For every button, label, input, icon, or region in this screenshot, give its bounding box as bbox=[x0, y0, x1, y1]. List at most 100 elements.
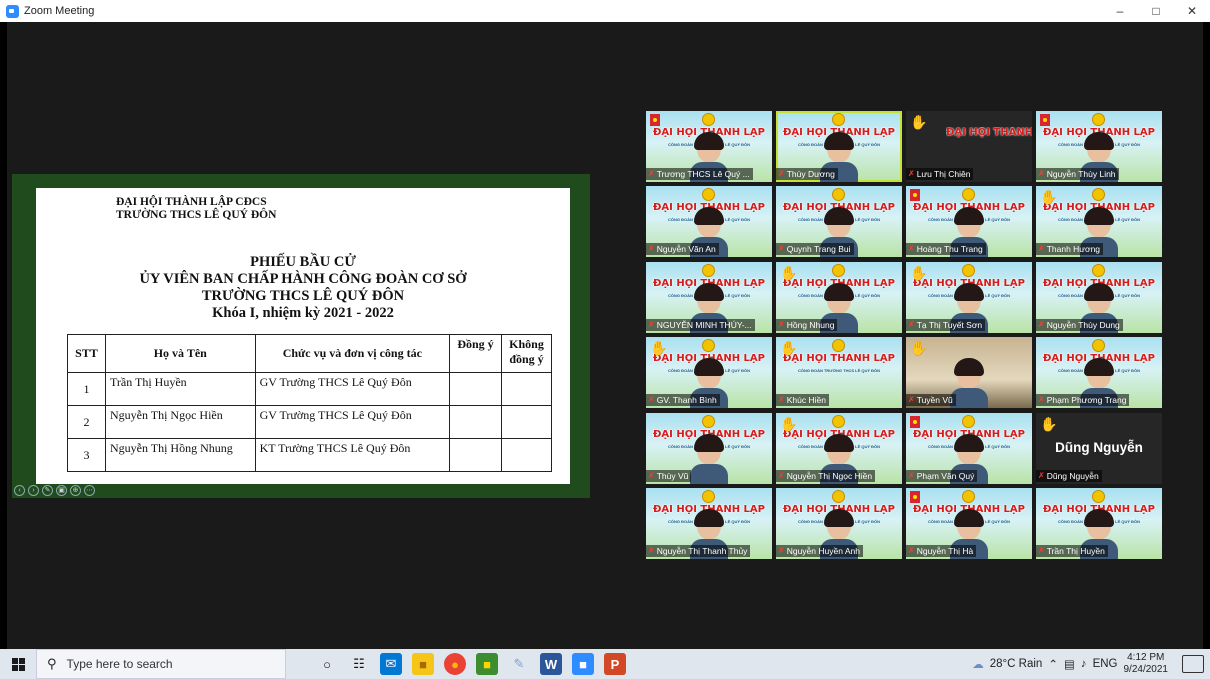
taskbar-search[interactable]: ⚲ Type here to search bbox=[36, 649, 286, 679]
union-emblem-icon bbox=[702, 339, 715, 353]
network-icon[interactable]: ▤ bbox=[1064, 657, 1075, 671]
clock[interactable]: 4:12 PM 9/24/2021 bbox=[1124, 652, 1169, 676]
muted-mic-icon: ✗ bbox=[1038, 244, 1045, 254]
zoom-icon[interactable]: ⊕ bbox=[70, 485, 81, 496]
raised-hand-icon: ✋ bbox=[910, 264, 928, 281]
participant-tile[interactable]: ✋ ✗ Tuyền Vũ bbox=[906, 337, 1032, 409]
taskbar-apps: ○ ☷ ✉ ■ ● ■ ✎ W ■ P bbox=[316, 653, 626, 675]
minimize-button[interactable]: – bbox=[1102, 0, 1138, 22]
cortana-icon[interactable]: ○ bbox=[316, 653, 338, 675]
participant-tile[interactable]: ĐẠI HỘI THÀNH LẬPCÔNG ĐOÀN TRƯỜNG THCS L… bbox=[1036, 186, 1162, 258]
vietnam-flag-icon bbox=[910, 189, 920, 202]
participant-name: Hoàng Thu Trang bbox=[916, 244, 983, 255]
next-icon[interactable]: › bbox=[28, 485, 39, 496]
vietnam-flag-icon bbox=[910, 491, 920, 503]
participant-tile[interactable]: ĐẠI HỘI THÀNH LẬP ✋ ✗Lưu Thị Chiên bbox=[906, 111, 1032, 182]
table-cell: Nguyễn Thị Ngọc Hiền bbox=[104, 405, 256, 439]
participant-tile[interactable]: ĐẠI HỘI THÀNH LẬPCÔNG ĐOÀN TRƯỜNG THCS L… bbox=[906, 412, 1032, 484]
zoom-app-icon[interactable]: ■ bbox=[572, 653, 594, 675]
close-button[interactable]: ✕ bbox=[1174, 0, 1210, 22]
participant-tile[interactable]: ĐẠI HỘI THÀNH LẬPCÔNG ĐOÀN TRƯỜNG THCS L… bbox=[906, 488, 1032, 559]
participant-name: Nguyễn Thị Hà bbox=[916, 546, 974, 556]
participant-name-tag: ✗ Thanh Hương bbox=[1036, 243, 1104, 256]
muted-mic-icon: ✗ bbox=[1038, 470, 1045, 480]
prev-icon[interactable]: ‹ bbox=[14, 485, 25, 496]
participant-tile[interactable]: ĐẠI HỘI THÀNH LẬPCÔNG ĐOÀN TRƯỜNG THCS L… bbox=[1036, 261, 1162, 333]
participant-tile[interactable]: ĐẠI HỘI THÀNH LẬPCÔNG ĐOÀN TRƯỜNG THCS L… bbox=[1036, 488, 1162, 559]
powerpoint-icon[interactable]: P bbox=[604, 653, 626, 675]
participant-tile[interactable]: ĐẠI HỘI THÀNH LẬPCÔNG ĐOÀN TRƯỜNG THCS L… bbox=[776, 488, 902, 559]
raised-hand-icon: ✋ bbox=[780, 264, 798, 281]
windows-icon bbox=[11, 657, 25, 671]
muted-mic-icon: ✗ bbox=[908, 319, 915, 329]
participant-tile[interactable]: ĐẠI HỘI THÀNH LẬPCÔNG ĐOÀN TRƯỜNG THCS L… bbox=[776, 111, 902, 182]
table-cell bbox=[500, 405, 553, 439]
participant-tile[interactable]: ĐẠI HỘI THÀNH LẬPCÔNG ĐOÀN TRƯỜNG THCS L… bbox=[1036, 337, 1162, 409]
muted-mic-icon: ✗ bbox=[648, 169, 655, 178]
participant-name-tag: ✗ Phạm Phương Trang bbox=[1036, 394, 1130, 407]
word-icon[interactable]: W bbox=[540, 653, 562, 675]
participant-tile[interactable]: ĐẠI HỘI THÀNH LẬPCÔNG ĐOÀN TRƯỜNG THCS L… bbox=[906, 261, 1032, 333]
muted-mic-icon: ✗ bbox=[778, 319, 785, 329]
participant-name-tag: ✗ Trần Thị Huyền bbox=[1036, 545, 1108, 557]
participant-tile[interactable]: ĐẠI HỘI THÀNH LẬPCÔNG ĐOÀN TRƯỜNG THCS L… bbox=[646, 186, 772, 258]
participant-tile[interactable]: ✋ Dũng Nguyễn ✗ Dũng Nguyễn bbox=[1036, 412, 1162, 484]
union-emblem-icon bbox=[1092, 113, 1105, 126]
muted-mic-icon: ✗ bbox=[908, 470, 915, 480]
participant-tile[interactable]: ĐẠI HỘI THÀNH LẬPCÔNG ĐOÀN TRƯỜNG THCS L… bbox=[646, 261, 772, 333]
muted-mic-icon: ✗ bbox=[778, 470, 785, 480]
table-row: 1 Trần Thị Huyền GV Trường THCS Lê Quý Đ… bbox=[67, 372, 553, 406]
participant-tile[interactable]: ĐẠI HỘI THÀNH LẬPCÔNG ĐOÀN TRƯỜNG THCS L… bbox=[646, 412, 772, 484]
task-view-icon[interactable]: ☷ bbox=[348, 653, 370, 675]
file-explorer-icon[interactable]: ■ bbox=[412, 653, 434, 675]
clock-time: 4:12 PM bbox=[1127, 652, 1165, 663]
union-emblem-icon bbox=[832, 339, 845, 353]
pen-icon[interactable]: ✎ bbox=[42, 485, 53, 496]
union-emblem-icon bbox=[962, 414, 975, 428]
column-header: Đồng ý bbox=[449, 334, 502, 373]
language-indicator[interactable]: ENG bbox=[1093, 658, 1118, 670]
participant-tile[interactable]: ĐẠI HỘI THÀNH LẬPCÔNG ĐOÀN TRƯỜNG THCS L… bbox=[776, 337, 902, 409]
system-tray: ☁ 28°C Rain ⌃ ▤ ♪ ENG 4:12 PM 9/24/2021 bbox=[972, 649, 1210, 679]
more-icon[interactable]: ⋯ bbox=[84, 485, 95, 496]
maximize-button[interactable]: □ bbox=[1138, 0, 1174, 22]
participant-tile[interactable]: ĐẠI HỘI THÀNH LẬPCÔNG ĐOÀN TRƯỜNG THCS L… bbox=[776, 261, 902, 333]
participant-tile[interactable]: ĐẠI HỘI THÀNH LẬPCÔNG ĐOÀN TRƯỜNG THCS L… bbox=[646, 337, 772, 409]
participant-name: Thùy Dương bbox=[786, 169, 835, 179]
chevron-up-icon[interactable]: ⌃ bbox=[1048, 657, 1058, 671]
table-cell bbox=[500, 438, 553, 472]
notification-icon[interactable] bbox=[1182, 655, 1204, 673]
raised-hand-icon: ✋ bbox=[780, 415, 798, 432]
chrome-icon[interactable]: ● bbox=[444, 653, 466, 675]
sticky-notes-icon[interactable]: ■ bbox=[476, 653, 498, 675]
participant-name-tag: ✗ Khúc Hiền bbox=[776, 394, 829, 407]
paint-icon[interactable]: ✎ bbox=[508, 653, 530, 675]
participant-name-tag: ✗ Nguyễn Thị Thanh Thủy bbox=[646, 545, 751, 557]
muted-mic-icon: ✗ bbox=[908, 395, 915, 405]
mail-icon[interactable]: ✉ bbox=[380, 653, 402, 675]
union-emblem-icon bbox=[1092, 490, 1105, 503]
table-cell: KT Trường THCS Lê Quý Đôn bbox=[254, 438, 451, 472]
raised-hand-icon: ✋ bbox=[1040, 189, 1058, 206]
weather-icon: ☁ bbox=[972, 659, 984, 671]
banner-title: ĐẠI HỘI THÀNH LẬP bbox=[946, 127, 1032, 138]
participant-tile[interactable]: ĐẠI HỘI THÀNH LẬPCÔNG ĐOÀN TRƯỜNG THCS L… bbox=[646, 111, 772, 182]
participant-video bbox=[690, 433, 728, 484]
fit-icon[interactable]: ▣ bbox=[56, 485, 67, 496]
shared-screen[interactable]: ĐẠI HỘI THÀNH LẬP CĐCS TRƯỜNG THCS LÊ QU… bbox=[12, 174, 590, 498]
participant-name-tag: ✗ Nguyễn Văn An bbox=[646, 243, 719, 256]
weather-text[interactable]: 28°C Rain bbox=[990, 658, 1043, 670]
participant-tile[interactable]: ĐẠI HỘI THÀNH LẬPCÔNG ĐOÀN TRƯỜNG THCS L… bbox=[646, 488, 772, 559]
volume-icon[interactable]: ♪ bbox=[1081, 658, 1087, 670]
vietnam-flag-icon bbox=[910, 415, 920, 428]
participant-tile[interactable]: ĐẠI HỘI THÀNH LẬPCÔNG ĐOÀN TRƯỜNG THCS L… bbox=[1036, 111, 1162, 182]
muted-mic-icon: ✗ bbox=[778, 395, 785, 405]
participant-tile[interactable]: ĐẠI HỘI THÀNH LẬPCÔNG ĐOÀN TRƯỜNG THCS L… bbox=[776, 412, 902, 484]
banner-title: ĐẠI HỘI THÀNH LẬP bbox=[783, 353, 895, 365]
window-title: Zoom Meeting bbox=[24, 5, 95, 17]
start-button[interactable] bbox=[0, 649, 36, 679]
participant-tile[interactable]: ĐẠI HỘI THÀNH LẬPCÔNG ĐOÀN TRƯỜNG THCS L… bbox=[776, 186, 902, 258]
raised-hand-icon: ✋ bbox=[910, 340, 928, 357]
participant-tile[interactable]: ĐẠI HỘI THÀNH LẬPCÔNG ĐOÀN TRƯỜNG THCS L… bbox=[906, 186, 1032, 258]
participant-name: Dũng Nguyễn bbox=[1046, 470, 1099, 481]
